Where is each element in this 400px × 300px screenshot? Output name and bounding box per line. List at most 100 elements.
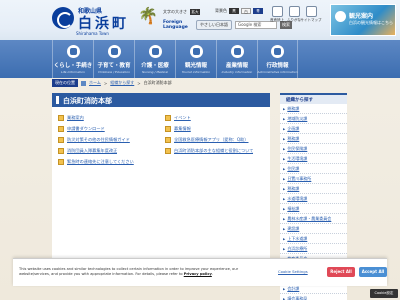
sidebar-item[interactable]: 議会事務局	[280, 294, 347, 300]
content-link[interactable]: 全国救急医療情報アプリ（愛称：Q助）	[174, 137, 249, 143]
folder-icon	[58, 148, 64, 154]
font-size-enlarge-button[interactable]: 拡大	[190, 9, 200, 15]
list-item: 申請書ダウンロード	[58, 125, 161, 133]
list-item: 緊急時の連絡先に注意してください	[58, 158, 161, 166]
list-item: 業務案内	[58, 114, 161, 122]
tool-label: ふりがな	[287, 18, 301, 22]
sidebar-item[interactable]: 建設課	[280, 224, 347, 234]
furigana-icon	[288, 6, 300, 17]
sidebar-item-label: 地域防災課	[287, 115, 308, 121]
folder-icon	[165, 115, 171, 121]
page-title: 白浜町消防本部	[52, 93, 270, 107]
main-content: 白浜町消防本部 業務案内 イベント 申請書ダウンロード 募集情報 防災対策その他…	[52, 93, 270, 263]
sidebar-item-label: 建設課	[287, 225, 300, 231]
sidebar-item[interactable]: 企画課	[280, 124, 347, 134]
site-header: 和歌山県 白浜町 🌴 Shirahama Town 文字の大きさ 拡大 背景色 …	[0, 0, 400, 40]
sidebar-item-label: 議会事務局	[287, 295, 308, 300]
foreign-language-link[interactable]: Foreign Language	[163, 20, 191, 30]
site-logo[interactable]: 和歌山県 白浜町 🌴 Shirahama Town	[52, 6, 160, 36]
bg-white-button[interactable]: 白	[241, 8, 251, 14]
privacy-policy-link[interactable]: Privacy policy	[184, 272, 212, 276]
bg-black-button[interactable]: 黒	[229, 8, 239, 14]
folder-icon	[165, 137, 171, 143]
sidebar-item[interactable]: 生活環境課	[280, 154, 347, 164]
building-icon	[271, 45, 284, 58]
cookie-message: This website uses cookies and similar te…	[19, 267, 257, 276]
nav-label-en: Childcare / Education	[98, 70, 130, 74]
nav-life[interactable]: くらし・手続き Life information	[52, 40, 93, 78]
palm-tree-icon: 🌴	[138, 6, 158, 25]
sidebar-item-label: 企画課	[287, 125, 300, 131]
breadcrumb: 現在の位置 ホーム > 組織から探す > 白浜町消防本部	[52, 79, 172, 87]
sidebar-item[interactable]: 農林水産課・農業委員会	[280, 214, 347, 224]
nav-childcare[interactable]: 子育て・教育 Childcare / Education	[93, 40, 134, 78]
sidebar-item[interactable]: 上下水道課	[280, 234, 347, 244]
furigana-tool[interactable]: ふりがな	[287, 6, 301, 23]
nav-label-en: Industry information	[221, 70, 253, 74]
nav-administration[interactable]: 行政情報 Administrative information	[257, 40, 298, 78]
sidebar-item[interactable]: 福祉課	[280, 204, 347, 214]
tourism-banner[interactable]: 観光案内 白浜の観光情報はこちら	[330, 4, 396, 36]
banner-title: 観光案内	[349, 13, 374, 20]
content-link[interactable]: 募集情報	[174, 126, 191, 132]
list-item: 防災対策その他の住民情報ガイド	[58, 136, 161, 144]
cookie-text-end: .	[211, 271, 213, 276]
nav-label: 子育て・教育	[97, 63, 131, 69]
sidebar-item[interactable]: 住民保険課	[280, 144, 347, 154]
home-icon	[81, 80, 86, 86]
speaker-icon	[271, 6, 283, 17]
nav-label: 観光情報	[184, 63, 207, 69]
sidebar-item-label: 住民保険課	[287, 145, 308, 151]
sidebar-item[interactable]: 水道環境課	[280, 194, 347, 204]
breadcrumb-org-link[interactable]: 組織から探す	[110, 80, 134, 86]
logo-town-name: 白浜町	[78, 16, 129, 32]
sidebar-item-label: 農林水産課・農業委員会	[287, 215, 332, 221]
cookie-settings-badge[interactable]: Cookie設定	[370, 289, 398, 298]
sidebar-item[interactable]: 白浜診療所	[280, 244, 347, 254]
sidebar-item-label: 水道環境課	[287, 195, 308, 201]
tool-label: 音声読上	[270, 18, 284, 22]
sidebar-item[interactable]: 地域防災課	[280, 114, 347, 124]
content-link[interactable]: 申請書ダウンロード	[67, 126, 105, 132]
nav-tourism[interactable]: 観光情報 Tourist information	[175, 40, 216, 78]
breadcrumb-separator: >	[103, 80, 108, 86]
folder-icon	[165, 148, 171, 154]
sidebar-item-label: 住民課	[287, 165, 300, 171]
nav-label-en: Nursing / Medical	[142, 70, 168, 74]
content-link[interactable]: 白浜町消防本部の主な組織と役割について	[174, 148, 253, 154]
read-aloud-tool[interactable]: 音声読上	[270, 6, 284, 23]
easy-japanese-button[interactable]: やさしい日本語	[196, 20, 232, 30]
cookie-settings-link[interactable]: Cookie Settings	[278, 269, 308, 274]
banner-subtitle: 白浜の観光情報はこちら	[349, 20, 393, 25]
sidebar-item-label: 白浜診療所	[287, 245, 308, 251]
reject-all-button[interactable]: Reject All	[327, 267, 355, 277]
bg-blue-button[interactable]: 青	[253, 8, 263, 14]
nav-industry[interactable]: 産業情報 Industry information	[216, 40, 257, 78]
sidebar-item[interactable]: 日置川事務所	[280, 174, 347, 184]
content-link[interactable]: 防災対策その他の住民情報ガイド	[67, 137, 130, 143]
sidebar-item[interactable]: 税務課	[280, 184, 347, 194]
sidebar-item[interactable]: 総務課	[280, 104, 347, 114]
sidebar-item-label: 生活環境課	[287, 155, 308, 161]
sidebar-item[interactable]: 税務課	[280, 134, 347, 144]
page-title-text: 白浜町消防本部	[63, 97, 112, 105]
background-color-control: 背景色 黒 白 青	[215, 8, 263, 14]
accept-all-button[interactable]: Accept All	[359, 267, 387, 277]
sidebar-item-label: 税務課	[287, 135, 300, 141]
font-size-label: 文字の大きさ	[163, 9, 187, 14]
list-item: 全国救急医療情報アプリ（愛称：Q助）	[165, 136, 268, 144]
content-link[interactable]: 業務案内	[67, 115, 84, 121]
camera-icon	[335, 11, 346, 22]
content-link[interactable]: イベント	[174, 115, 191, 121]
nav-medical[interactable]: 介護・医療 Nursing / Medical	[134, 40, 175, 78]
sidebar-item[interactable]: 住民課	[280, 164, 347, 174]
content-link[interactable]: 消防団員入隊募集年度改正	[67, 148, 117, 154]
folder-icon	[165, 126, 171, 132]
sitemap-tool[interactable]: サイトマップ	[301, 6, 322, 23]
breadcrumb-separator: >	[137, 80, 141, 86]
content-link[interactable]: 緊急時の連絡先に注意してください	[67, 159, 134, 165]
sidebar-heading: 組織から探す	[280, 93, 347, 104]
sidebar-item-label: 税務課	[287, 185, 300, 191]
breadcrumb-home-link[interactable]: ホーム	[89, 80, 101, 86]
nav-label: くらし・手続き	[53, 63, 93, 69]
